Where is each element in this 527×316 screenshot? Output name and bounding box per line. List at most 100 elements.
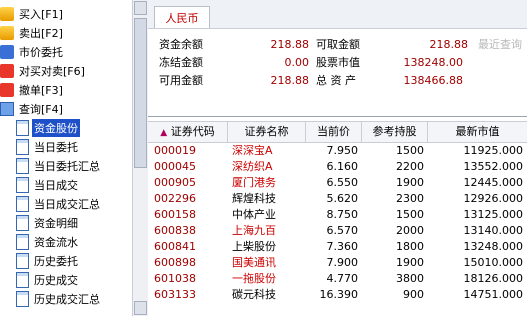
table-row[interactable]: 603133 碳元科技 16.390 900 14751.000 [148,287,527,303]
cell-shares: 900 [403,288,424,301]
cell-name: 深深宝A [232,144,273,157]
document-icon [16,291,29,307]
col-price[interactable]: 当前价 [306,122,362,142]
tree-item[interactable]: 当日委托汇总 [0,156,102,176]
tree-item[interactable]: 查询[F4] [0,99,65,119]
withdrawable-label: 可取金额 [316,38,360,51]
tree-item[interactable]: 市价委托 [0,42,65,62]
tree-item-label: 历史成交汇总 [34,293,100,306]
sort-ascending-icon: ▲ [160,128,168,138]
cell-value: 14751.000 [463,288,524,301]
cell-value: 13248.000 [463,240,524,253]
document-icon [16,120,29,136]
sell-icon [0,26,14,40]
cell-shares: 2200 [396,160,424,173]
available-value: 218.88 [270,74,310,87]
scroll-up-button[interactable] [134,1,147,15]
tree-item[interactable]: 当日成交汇总 [0,194,102,214]
total-assets-label: 总 资 产 [316,74,356,87]
tree-item-label: 当日成交 [34,179,78,192]
table-row[interactable]: 600158 中体产业 8.750 1500 13125.000 [148,207,527,223]
tree-item[interactable]: 历史委托 [0,251,80,271]
document-icon [16,177,29,193]
col-name[interactable]: 证券名称 [228,122,306,142]
tree-item[interactable]: 卖出[F2] [0,23,65,43]
cell-name: 国美通讯 [232,256,276,269]
cell-shares: 2300 [396,192,424,205]
tree-item[interactable]: 资金流水 [0,232,80,252]
cell-code: 000905 [154,176,196,189]
tree-item-label: 当日委托汇总 [34,160,100,173]
col-market-value[interactable]: 最新市值 [428,122,527,142]
table-row[interactable]: 000905 厦门港务 6.550 1900 12445.000 [148,175,527,191]
tree-item[interactable]: 当日成交 [0,175,80,195]
withdrawable-value: 218.88 [429,38,469,51]
tree-item-label: 资金流水 [34,236,78,249]
tab-rmb[interactable]: 人民币 [154,6,210,28]
table-row[interactable]: 601038 一拖股份 4.770 3800 18126.000 [148,271,527,287]
table-row[interactable]: 600841 上柴股份 7.360 1800 13248.000 [148,239,527,255]
tree-item[interactable]: 资金股份 [0,118,80,138]
tree-item[interactable]: 历史成交汇总 [0,289,102,309]
table-row[interactable]: 000045 深纺织A 6.160 2200 13552.000 [148,159,527,175]
cell-value: 11925.000 [463,144,524,157]
scroll-down-button[interactable] [134,301,147,315]
tree-item-label: 买入[F1] [19,8,63,21]
tree-scrollbar[interactable] [132,0,148,316]
cell-shares: 1900 [396,256,424,269]
frozen-label: 冻结金额 [159,56,203,69]
tree-item-label: 当日成交汇总 [34,198,100,211]
folder-open-icon [0,102,14,116]
total-assets-value: 138466.88 [403,74,464,87]
cell-code: 600838 [154,224,196,237]
tree-item[interactable]: 当日委托 [0,137,80,157]
tree-item-label: 资金明细 [34,217,78,230]
cell-name: 上柴股份 [232,240,276,253]
buy-icon [0,7,14,21]
tree-item-label: 市价委托 [19,46,63,59]
cell-code: 600841 [154,240,196,253]
tree-item-label: 当日委托 [34,141,78,154]
stock-value: 138248.00 [403,56,464,69]
tree-item-label: 卖出[F2] [19,27,63,40]
cell-code: 002296 [154,192,196,205]
cell-code: 603133 [154,288,196,301]
cell-value: 15010.000 [463,256,524,269]
col-shares[interactable]: 参考持股 [362,122,428,142]
table-row[interactable]: 002296 辉煌科技 5.620 2300 12926.000 [148,191,527,207]
cell-value: 13140.000 [463,224,524,237]
cell-name: 厦门港务 [232,176,276,189]
cell-price: 4.770 [326,272,359,285]
scroll-thumb[interactable] [134,18,147,168]
account-panel: 人民币 资金余额 218.88 可取金额 218.88 最近查询 冻结金额 0.… [148,0,527,316]
cell-code: 601038 [154,272,196,285]
table-row[interactable]: 600838 上海九百 6.570 2000 13140.000 [148,223,527,239]
currency-tabbar: 人民币 [148,0,527,29]
cell-value: 13125.000 [463,208,524,221]
col-shares-label: 参考持股 [372,125,417,138]
table-row[interactable]: 000019 深深宝A 7.950 1500 11925.000 [148,143,527,159]
tree-item[interactable]: 资金明细 [0,213,80,233]
cell-name: 上海九百 [232,224,276,237]
divider [148,116,527,117]
cell-code: 600158 [154,208,196,221]
table-row[interactable]: 600898 国美通讯 7.900 1900 15010.000 [148,255,527,271]
cell-name: 深纺织A [232,160,273,173]
balance-label: 资金余额 [159,38,203,51]
latest-query-hint: 最近查询 [478,38,522,51]
cell-price: 7.950 [326,144,359,157]
cell-value: 12445.000 [463,176,524,189]
cell-price: 5.620 [326,192,359,205]
tree-item[interactable]: 撤单[F3] [0,80,65,100]
tree-item[interactable]: 对买对卖[F6] [0,61,87,81]
cell-shares: 1500 [396,144,424,157]
col-code[interactable]: ▲ 证券代码 [148,122,228,142]
stock-value-label: 股票市值 [316,56,360,69]
document-icon [16,215,29,231]
document-icon [16,253,29,269]
document-icon [16,158,29,174]
tree-item-label: 撤单[F3] [19,84,63,97]
tree-item-label: 对买对卖[F6] [19,65,85,78]
tree-item[interactable]: 历史成交 [0,270,80,290]
tree-item[interactable]: 买入[F1] [0,4,65,24]
